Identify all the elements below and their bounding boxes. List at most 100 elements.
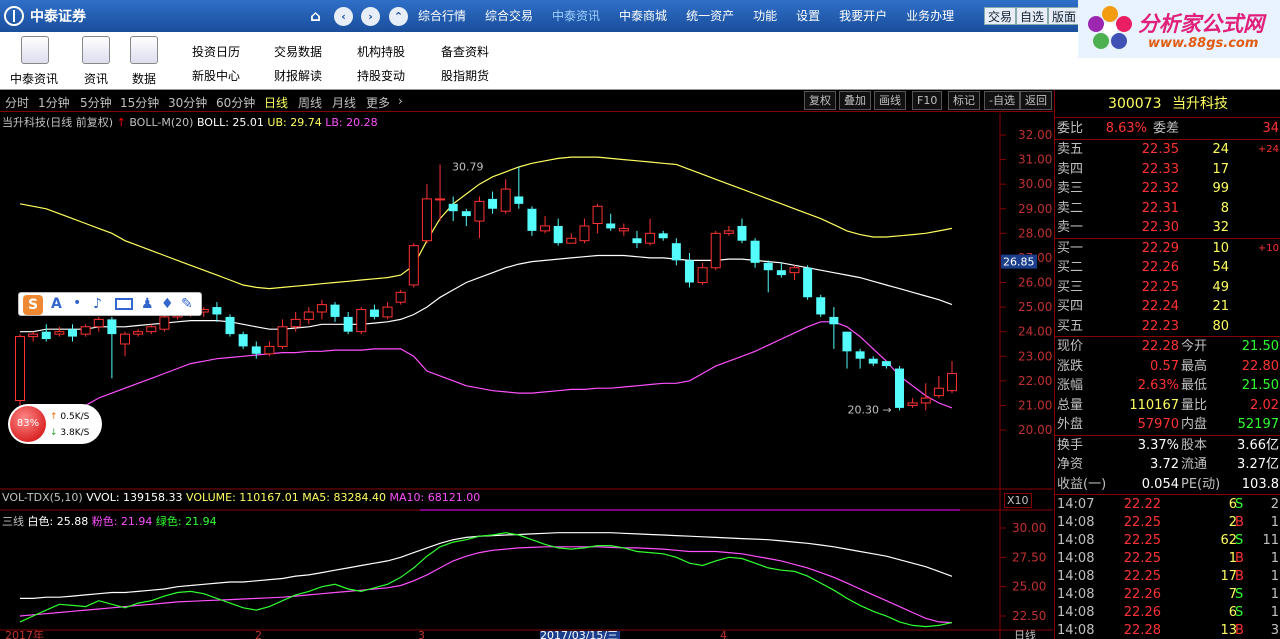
period-tab-60min[interactable]: 60分钟 xyxy=(216,94,255,111)
period-tab-30min[interactable]: 30分钟 xyxy=(168,94,207,111)
adjust-button[interactable]: 复权 xyxy=(804,91,836,110)
forward-icon[interactable]: › xyxy=(361,7,380,26)
stat-row[interactable]: 现价 22.28 今开 21.50 xyxy=(1055,337,1280,357)
stat-value: 3.72 xyxy=(1150,457,1179,472)
mark-button[interactable]: 标记 xyxy=(948,91,980,110)
stat-row[interactable]: 涨跌 0.57 最高 22.80 xyxy=(1055,357,1280,377)
draw-button[interactable]: 画线 xyxy=(874,91,906,110)
link-investment-calendar[interactable]: 投资日历 xyxy=(192,43,240,60)
skin-icon[interactable]: ♦ xyxy=(161,296,174,312)
link-ipo-center[interactable]: 新股中心 xyxy=(192,67,240,84)
candle-body xyxy=(842,331,852,352)
menu-item-news[interactable]: 中泰资讯 xyxy=(552,0,600,32)
candle-body xyxy=(435,198,446,201)
stat-row[interactable]: 涨幅 2.63% 最低 21.50 xyxy=(1055,376,1280,396)
period-tab-5min[interactable]: 5分钟 xyxy=(80,94,112,111)
layout-button[interactable]: 版面 xyxy=(1048,7,1081,25)
menu-item-settings[interactable]: 设置 xyxy=(796,0,820,32)
period-tab-intraday[interactable]: 分时 xyxy=(5,94,29,111)
back-button[interactable]: 返回 xyxy=(1020,91,1052,110)
volume-scale: X10 xyxy=(1004,493,1032,508)
overlay-button[interactable]: 叠加 xyxy=(839,91,871,110)
data-icon[interactable] xyxy=(130,36,158,64)
sell-order-row[interactable]: 卖二 22.31 8 xyxy=(1055,199,1280,219)
network-speed-widget[interactable]: 83% ↑ 0.5K/S ↓ 3.8K/S xyxy=(8,404,102,444)
brand-logo[interactable]: 中泰证券 xyxy=(4,5,86,27)
stat-row[interactable]: 换手 3.37% 股本 3.66亿 xyxy=(1055,436,1280,456)
sanxian-white-line xyxy=(20,532,953,599)
tick-row[interactable]: 14:08 22.25 1 B 1 xyxy=(1055,549,1280,569)
back-icon[interactable]: ‹ xyxy=(334,7,353,26)
calendar-icon[interactable] xyxy=(82,36,110,64)
link-institution-holdings[interactable]: 机构持股 xyxy=(357,43,405,60)
candle-body xyxy=(159,316,170,330)
menu-item-functions[interactable]: 功能 xyxy=(753,0,777,32)
stat-row[interactable]: 净资 3.72 流通 3.27亿 xyxy=(1055,455,1280,475)
english-mode-icon[interactable]: A xyxy=(51,296,62,312)
menu-item-business[interactable]: 业务办理 xyxy=(906,0,954,32)
menu-item-assets[interactable]: 统一资产 xyxy=(686,0,734,32)
period-tab-monthly[interactable]: 月线 xyxy=(332,94,356,111)
watchlist-button[interactable]: 自选 xyxy=(1016,7,1049,25)
stat-row[interactable]: 外盘 57970 内盘 52197 xyxy=(1055,415,1280,435)
menu-item-mall[interactable]: 中泰商城 xyxy=(619,0,667,32)
buy-order-row[interactable]: 买三 22.25 49 xyxy=(1055,278,1280,298)
f10-button[interactable]: F10 xyxy=(912,91,943,110)
remove-watchlist-button[interactable]: -自选 xyxy=(984,91,1020,110)
tick-row[interactable]: 14:08 22.25 62 S 11 xyxy=(1055,531,1280,551)
menu-item-open-account[interactable]: 我要开户 xyxy=(839,0,887,32)
stat-row[interactable]: 总量 110167 量比 2.02 xyxy=(1055,396,1280,416)
stat-row[interactable]: 收益(一) 0.054 PE(动) 103.8 xyxy=(1055,475,1280,495)
sell-order-row[interactable]: 卖一 22.30 32 xyxy=(1055,218,1280,238)
news-icon[interactable] xyxy=(21,36,49,64)
period-bar: 分时 1分钟 5分钟 15分钟 30分钟 60分钟 日线 周线 月线 更多 › … xyxy=(0,90,1053,112)
user-icon[interactable]: ♟ xyxy=(141,296,154,312)
period-tab-daily[interactable]: 日线 xyxy=(264,94,288,111)
tick-row[interactable]: 14:08 22.26 7 S 1 xyxy=(1055,585,1280,605)
tick-row[interactable]: 14:08 22.28 13 B 3 xyxy=(1055,621,1280,639)
microphone-icon[interactable]: ♪ xyxy=(93,296,102,312)
tick-count: 2 xyxy=(1270,497,1279,512)
link-reference-data[interactable]: 备查资料 xyxy=(441,43,489,60)
candle-body xyxy=(264,345,275,355)
menu-item-market[interactable]: 综合行情 xyxy=(418,0,466,32)
ime-toolbar[interactable]: S A • ♪ ♟ ♦ ✎ xyxy=(18,292,202,316)
tick-row[interactable]: 14:07 22.22 6 S 2 xyxy=(1055,495,1280,515)
sogou-icon[interactable]: S xyxy=(23,295,43,315)
keyboard-icon[interactable] xyxy=(115,298,133,310)
chart-area[interactable]: 30.79 20.30 → 32.00 31.00 30.00 29.00 28.00 27… xyxy=(0,113,1053,639)
period-tab-weekly[interactable]: 周线 xyxy=(298,94,322,111)
period-tab-15min[interactable]: 15分钟 xyxy=(120,94,159,111)
period-tab-more[interactable]: 更多 xyxy=(366,94,390,111)
menu-item-trade[interactable]: 综合交易 xyxy=(485,0,533,32)
candle-body xyxy=(28,333,39,338)
stat-value: 22.28 xyxy=(1141,339,1179,354)
buy-order-row[interactable]: 买四 22.24 21 xyxy=(1055,297,1280,317)
punctuation-icon[interactable]: • xyxy=(73,295,81,311)
main-menu: 综合行情 综合交易 中泰资讯 中泰商城 统一资产 功能 设置 我要开户 业务办理 xyxy=(418,0,973,32)
tick-row[interactable]: 14:08 22.25 2 B 1 xyxy=(1055,513,1280,533)
link-report-analysis[interactable]: 财报解读 xyxy=(274,67,322,84)
wrench-icon[interactable]: ✎ xyxy=(181,296,193,312)
candle-body xyxy=(107,319,117,335)
link-trade-data[interactable]: 交易数据 xyxy=(274,43,322,60)
buy-order-row[interactable]: 买二 22.26 54 xyxy=(1055,258,1280,278)
up-icon[interactable]: ⌃ xyxy=(389,7,408,26)
weibi-row[interactable]: 委比 8.63% 委差 34 xyxy=(1055,119,1280,139)
tick-row[interactable]: 14:08 22.26 6 S 1 xyxy=(1055,603,1280,623)
sell-order-row[interactable]: 卖四 22.33 17 xyxy=(1055,160,1280,180)
sell-order-row[interactable]: 卖五 22.35 24 +24 xyxy=(1055,140,1280,160)
sell-order-row[interactable]: 卖三 22.32 99 xyxy=(1055,179,1280,199)
period-tab-1min[interactable]: 1分钟 xyxy=(38,94,70,111)
home-icon[interactable]: ⌂ xyxy=(306,7,325,26)
trade-button[interactable]: 交易 xyxy=(984,7,1017,25)
buy-order-row[interactable]: 买一 22.29 10 +10 xyxy=(1055,239,1280,259)
order-price: 22.29 xyxy=(1141,240,1179,256)
link-index-futures[interactable]: 股指期货 xyxy=(441,67,489,84)
buy-order-row[interactable]: 买五 22.23 80 xyxy=(1055,317,1280,337)
link-holding-changes[interactable]: 持股变动 xyxy=(357,67,405,84)
tick-price: 22.22 xyxy=(1123,497,1161,512)
sanxian-tick-label: 22.50 xyxy=(1012,609,1046,623)
tick-row[interactable]: 14:08 22.25 17 B 1 xyxy=(1055,567,1280,587)
chevron-right-icon[interactable]: › xyxy=(398,94,403,108)
